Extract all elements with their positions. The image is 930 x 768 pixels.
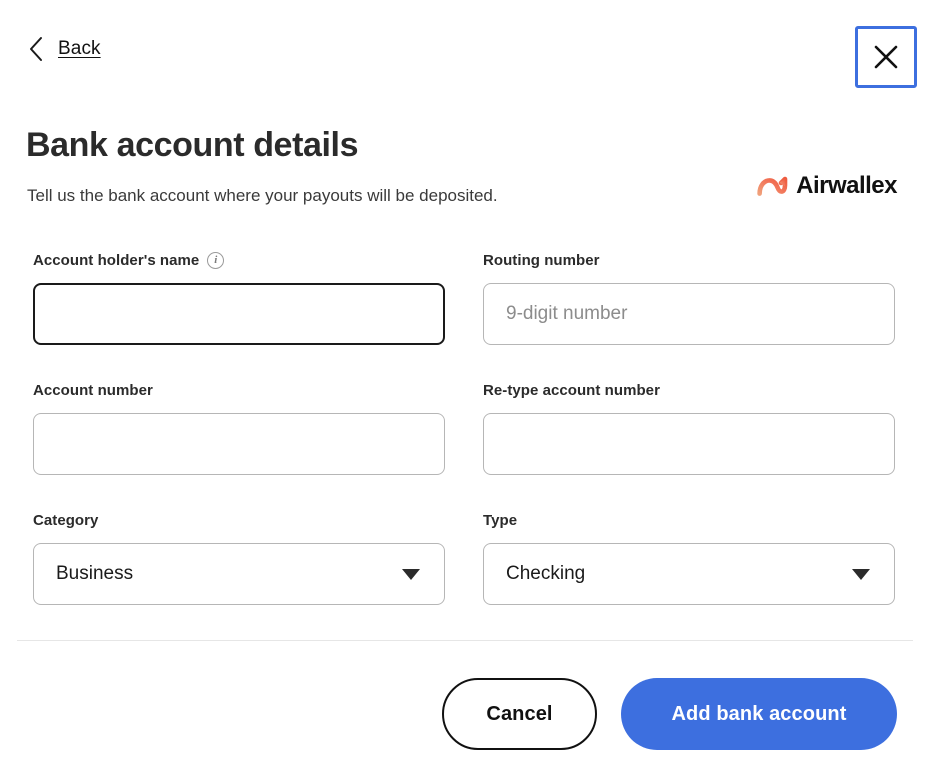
field-label-text: Routing number xyxy=(483,252,600,269)
chevron-down-icon xyxy=(852,569,870,580)
field-label: Type xyxy=(483,510,895,530)
field-label-text: Account number xyxy=(33,382,153,399)
field-label: Routing number xyxy=(483,250,895,270)
field-retype-account-number: Re-type account number xyxy=(483,380,895,475)
field-routing-number: Routing number xyxy=(483,250,895,345)
chevron-left-icon xyxy=(28,36,44,62)
bank-account-form: Account holder's name i Routing number A… xyxy=(0,250,930,640)
bank-account-details-modal: Back Bank account details Tell us the ba… xyxy=(0,0,930,768)
field-type: Type Checking xyxy=(483,510,895,605)
field-account-number: Account number xyxy=(33,380,445,475)
field-label-text: Category xyxy=(33,512,98,529)
back-link[interactable]: Back xyxy=(28,36,101,62)
field-label-text: Type xyxy=(483,512,517,529)
type-select-value: Checking xyxy=(506,563,585,585)
close-icon xyxy=(871,42,901,72)
close-button[interactable] xyxy=(855,26,917,88)
account-number-input[interactable] xyxy=(33,413,445,475)
airwallex-logo-mark-icon xyxy=(757,174,789,198)
field-label-text: Re-type account number xyxy=(483,382,660,399)
field-label: Account holder's name i xyxy=(33,250,445,270)
info-icon[interactable]: i xyxy=(207,252,224,269)
modal-footer: Cancel Add bank account xyxy=(0,678,930,768)
airwallex-logo-text: Airwallex xyxy=(796,172,897,200)
page-subtitle: Tell us the bank account where your payo… xyxy=(27,184,498,208)
type-select[interactable]: Checking xyxy=(483,543,895,605)
field-label: Category xyxy=(33,510,445,530)
field-account-holder-name: Account holder's name i xyxy=(33,250,445,345)
chevron-down-icon xyxy=(402,569,420,580)
category-select[interactable]: Business xyxy=(33,543,445,605)
form-row: Account holder's name i Routing number xyxy=(0,250,930,380)
form-row: Category Business Type Checking xyxy=(0,510,930,640)
add-bank-account-button[interactable]: Add bank account xyxy=(621,678,897,750)
retype-account-number-input[interactable] xyxy=(483,413,895,475)
field-label: Account number xyxy=(33,380,445,400)
field-category: Category Business xyxy=(33,510,445,605)
form-row: Account number Re-type account number xyxy=(0,380,930,510)
category-select-value: Business xyxy=(56,563,133,585)
modal-topbar: Back xyxy=(0,0,930,108)
cancel-button[interactable]: Cancel xyxy=(442,678,597,750)
back-link-label: Back xyxy=(58,38,101,60)
footer-divider xyxy=(17,640,913,641)
account-holder-name-input[interactable] xyxy=(33,283,445,345)
field-label-text: Account holder's name xyxy=(33,252,199,269)
field-label: Re-type account number xyxy=(483,380,895,400)
page-title: Bank account details xyxy=(26,124,358,166)
airwallex-logo: Airwallex xyxy=(757,172,897,200)
routing-number-input[interactable] xyxy=(483,283,895,345)
